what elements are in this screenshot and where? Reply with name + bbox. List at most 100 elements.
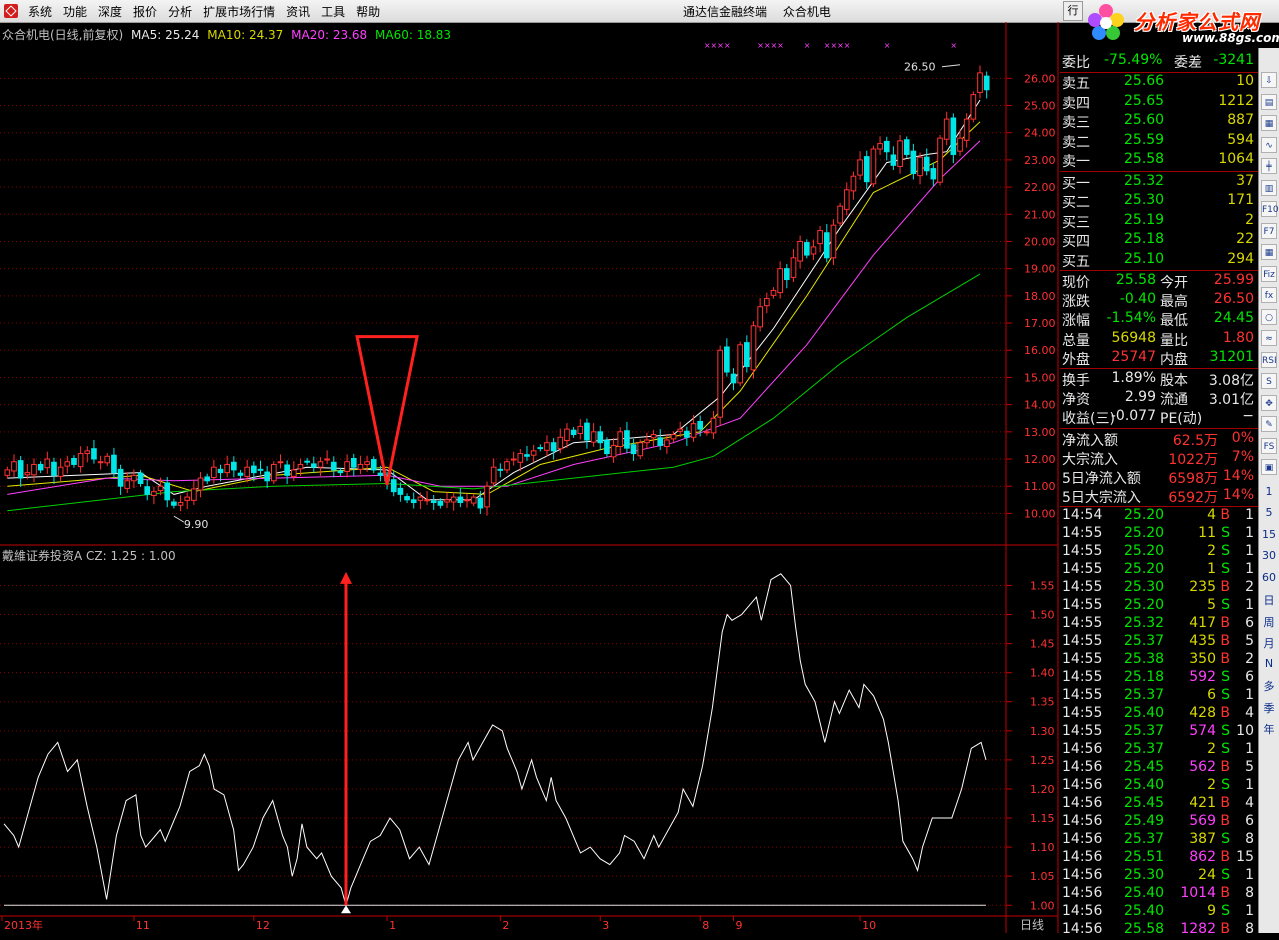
bid-price: 25.19 — [1124, 211, 1165, 228]
tick-count: 8 — [1245, 831, 1254, 848]
moving-average-lines — [7, 99, 981, 512]
tick-price: 25.37 — [1124, 741, 1165, 758]
tick-volume: 6 — [1207, 687, 1216, 704]
circle-icon[interactable]: ○ — [1261, 308, 1277, 325]
price-tick-label: 26.00 — [1024, 72, 1056, 85]
flow-value: 62.5万 — [1172, 432, 1218, 449]
tick-volume: 562 — [1189, 759, 1216, 776]
down-arrow-icon[interactable]: ⇩ — [1261, 72, 1277, 88]
indicator-tick-label: 1.05 — [1030, 870, 1055, 883]
menu-quote[interactable]: 报价 — [133, 3, 168, 20]
indicator-tick-label: 1.15 — [1030, 812, 1055, 825]
table-icon[interactable]: ▥ — [1261, 179, 1277, 196]
candle-body — [963, 118, 970, 141]
indicator-tick-label: 1.45 — [1030, 638, 1055, 651]
stat-row: 涨跌 -0.40 最高 26.50 — [1060, 291, 1256, 310]
f10-icon[interactable]: F10 — [1261, 201, 1279, 217]
tick-side: B — [1220, 759, 1230, 776]
candle-body — [430, 500, 437, 504]
tick-row: 14:55 25.37 435 B 5 — [1060, 633, 1256, 652]
period-button[interactable]: N — [1261, 657, 1277, 670]
menu-tools[interactable]: 工具 — [321, 3, 356, 20]
menu-extended-market[interactable]: 扩展市场行情 — [203, 3, 286, 20]
fs-icon[interactable]: FS — [1261, 437, 1277, 454]
date-label: 3 — [602, 919, 609, 932]
bid-row: 买二 25.30 171 — [1060, 192, 1256, 211]
candle-icon[interactable]: ╪ — [1261, 158, 1277, 174]
tick-volume: 592 — [1189, 669, 1216, 686]
tick-side: B — [1220, 705, 1230, 722]
line-chart-icon[interactable]: ∿ — [1261, 136, 1277, 153]
stat-value: -0.077 — [1110, 408, 1156, 425]
tick-volume: 428 — [1189, 705, 1216, 722]
cz-line — [3, 573, 987, 908]
app-logo-icon — [4, 4, 18, 18]
tick-time: 14:56 — [1062, 831, 1103, 848]
candle-body — [637, 442, 644, 457]
menu-system[interactable]: 系统 — [28, 3, 63, 20]
tick-price: 25.45 — [1124, 759, 1165, 776]
date-label: 9 — [736, 919, 743, 932]
menu-info[interactable]: 资讯 — [286, 3, 321, 20]
tick-price: 25.32 — [1124, 615, 1165, 632]
grid-icon[interactable]: ▦ — [1261, 115, 1277, 131]
chart-area[interactable]: 10.0011.0012.0013.0014.0015.0016.0017.00… — [0, 22, 1060, 933]
list-icon[interactable]: ▤ — [1261, 93, 1277, 110]
ask-row: 卖五 25.66 10 — [1060, 73, 1256, 92]
separator — [1060, 170, 1258, 172]
period-button[interactable]: 60 — [1261, 571, 1277, 584]
period-label[interactable]: 日线 — [1020, 918, 1044, 932]
period-button[interactable]: 30 — [1261, 549, 1277, 562]
bid-volume: 22 — [1236, 231, 1254, 247]
stat-value: 25747 — [1111, 348, 1156, 365]
flow-row: 5日大宗流入 6592万 14% — [1060, 487, 1256, 506]
period-button[interactable]: 5 — [1261, 506, 1277, 519]
candle-body — [664, 439, 670, 448]
quote-toggle-button[interactable]: 行 — [1063, 1, 1083, 21]
candle-body — [870, 148, 877, 185]
menu-help[interactable]: 帮助 — [356, 3, 391, 20]
signal-x-mark: × — [724, 41, 731, 50]
period-button[interactable]: 周 — [1261, 614, 1277, 630]
tick-time: 14:55 — [1062, 597, 1103, 614]
rsi-icon[interactable]: RSI — [1261, 351, 1277, 368]
period-button[interactable]: 月 — [1261, 635, 1277, 651]
fx-icon[interactable]: fx — [1261, 287, 1277, 303]
s-icon[interactable]: S — [1261, 373, 1277, 389]
candle-body — [457, 496, 464, 504]
period-button[interactable]: 日 — [1261, 592, 1277, 608]
tick-time: 14:55 — [1062, 669, 1103, 686]
period-button[interactable]: 1 — [1261, 485, 1277, 498]
tick-row: 14:56 25.58 1282 B 8 — [1060, 921, 1256, 940]
candle-body — [983, 75, 990, 91]
period-button[interactable]: 季 — [1261, 700, 1277, 716]
menu-depth[interactable]: 深度 — [98, 3, 133, 20]
tick-count: 4 — [1245, 705, 1254, 722]
period-button[interactable]: 年 — [1261, 721, 1277, 737]
menu-function[interactable]: 功能 — [63, 3, 98, 20]
candle-body — [424, 499, 430, 502]
tool-sidebar: ⇩ ▤ ▦ ∿ ╪ ▥ F10 F7 ▦ Fiz fx ○ ≈ RSI S ✥ ✎ FS ▣ 1 5 15 30 60 日周月 N… — [1258, 48, 1279, 933]
f7-icon[interactable]: F7 — [1261, 222, 1277, 239]
period-button[interactable]: 15 — [1261, 528, 1277, 541]
tick-count: 1 — [1245, 903, 1254, 920]
pen-icon[interactable]: ✎ — [1261, 416, 1277, 432]
candle-body — [84, 450, 91, 455]
menu-analysis[interactable]: 分析 — [168, 3, 203, 20]
grid2-icon[interactable]: ▦ — [1261, 244, 1277, 260]
stat-value: 3.08亿 — [1208, 373, 1254, 389]
tick-volume: 4 — [1207, 507, 1216, 524]
tick-time: 14:56 — [1062, 813, 1103, 830]
wave-icon[interactable]: ≈ — [1261, 330, 1277, 346]
candle-body — [137, 472, 144, 484]
candle-body — [670, 434, 677, 440]
fiz-icon[interactable]: Fiz — [1261, 265, 1277, 282]
tick-time: 14:55 — [1062, 543, 1103, 560]
move-icon[interactable]: ✥ — [1261, 394, 1277, 411]
layers-icon[interactable]: ▣ — [1261, 459, 1277, 475]
tick-volume: 350 — [1189, 651, 1216, 668]
tick-count: 1 — [1245, 525, 1254, 542]
period-button[interactable]: 多 — [1261, 678, 1277, 694]
candle-body — [970, 94, 977, 120]
tick-time: 14:56 — [1062, 777, 1103, 794]
